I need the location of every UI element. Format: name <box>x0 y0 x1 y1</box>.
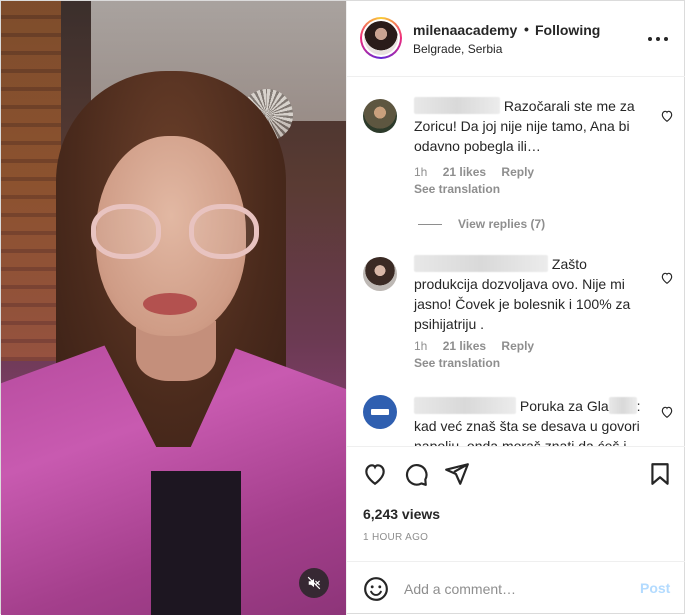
post-modal: milenaacademy • Following Belgrade, Serb… <box>0 0 685 615</box>
view-count[interactable]: 6,243 views <box>363 506 440 522</box>
comment-text: Zašto produkcija dozvoljava ovo. Nije mi… <box>414 255 631 332</box>
redacted-name <box>608 397 637 414</box>
comment-meta: 1h 21 likes Reply <box>414 165 534 179</box>
see-translation-link[interactable]: See translation <box>414 182 500 196</box>
heart-icon[interactable] <box>660 109 674 123</box>
author-avatar[interactable] <box>360 17 402 59</box>
comment-icon[interactable] <box>403 461 429 487</box>
more-icon <box>648 37 652 41</box>
post-sidebar: milenaacademy • Following Belgrade, Serb… <box>346 1 685 615</box>
post-location[interactable]: Belgrade, Serbia <box>413 42 502 56</box>
background-brick-wall <box>1 1 61 361</box>
subject-top <box>151 471 241 615</box>
comment-text: Poruka za Gla: kad već znaš šta se desav… <box>414 397 641 446</box>
comment-likes[interactable]: 21 likes <box>443 339 486 353</box>
mute-toggle-button[interactable] <box>299 568 329 598</box>
post-timestamp: 1 HOUR AGO <box>363 532 429 543</box>
more-options-button[interactable] <box>645 29 673 49</box>
post-header: milenaacademy • Following Belgrade, Serb… <box>347 1 685 77</box>
emoji-icon[interactable] <box>363 576 389 602</box>
reply-button[interactable]: Reply <box>501 339 534 353</box>
muted-speaker-icon <box>307 576 321 590</box>
comment-input[interactable] <box>404 578 614 600</box>
comment-age: 1h <box>414 165 428 179</box>
post-actions: 6,243 views 1 HOUR AGO <box>347 446 685 570</box>
redacted-username <box>414 97 500 114</box>
post-comment-button[interactable]: Post <box>640 580 670 596</box>
subject-glasses-right <box>189 204 259 259</box>
author-username[interactable]: milenaacademy <box>413 22 517 38</box>
see-translation-link[interactable]: See translation <box>414 356 500 370</box>
header-separator: • <box>524 21 529 37</box>
comment-composer: Post <box>347 561 685 615</box>
heart-icon[interactable] <box>660 405 674 419</box>
reply-button[interactable]: Reply <box>501 165 534 179</box>
commenter-avatar[interactable] <box>363 99 397 133</box>
subject-glasses-left <box>91 204 161 259</box>
heart-icon[interactable] <box>660 271 674 285</box>
bookmark-icon[interactable] <box>647 461 673 487</box>
comments-list[interactable]: Razočarali ste me za Zoricu! Da joj nije… <box>347 78 685 446</box>
comment-meta: 1h 21 likes Reply <box>414 339 534 353</box>
following-button[interactable]: Following <box>535 22 600 38</box>
subject-lips <box>143 293 197 315</box>
comment-text: Razočarali ste me za Zoricu! Da joj nije… <box>414 97 635 154</box>
comment-likes[interactable]: 21 likes <box>443 165 486 179</box>
view-replies-button[interactable]: View replies (7) <box>418 217 545 231</box>
heart-icon[interactable] <box>362 461 388 487</box>
commenter-avatar[interactable] <box>363 257 397 291</box>
comment-age: 1h <box>414 339 428 353</box>
share-icon[interactable] <box>444 461 470 487</box>
redacted-username <box>414 397 516 414</box>
post-video[interactable] <box>1 1 346 615</box>
redacted-username <box>414 255 548 272</box>
commenter-avatar[interactable] <box>363 395 397 429</box>
